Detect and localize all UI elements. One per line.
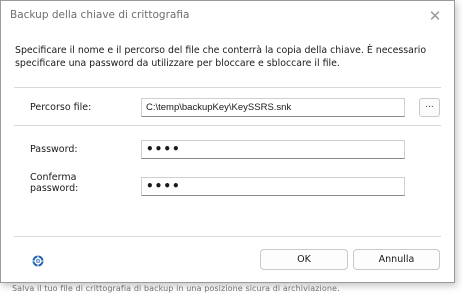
backup-key-dialog: Backup della chiave di crittografia ✕ Sp… — [0, 0, 455, 283]
dialog-description: Specificare il nome e il percorso del fi… — [15, 45, 427, 69]
browse-button[interactable]: ... — [419, 98, 440, 117]
file-path-label: Percorso file: — [30, 102, 92, 113]
password-label: Password: — [30, 144, 78, 155]
close-icon: ✕ — [428, 7, 442, 25]
close-button[interactable]: ✕ — [422, 5, 448, 27]
confirm-password-label-line2: password: — [30, 183, 79, 194]
title-bar: Backup della chiave di crittografia ✕ — [1, 1, 454, 32]
password-input[interactable]: •••• — [141, 140, 405, 159]
separator-bottom — [14, 236, 441, 237]
separator-top — [14, 87, 441, 88]
cancel-button[interactable]: Annulla — [353, 249, 440, 270]
confirm-password-label-line1: Conferma — [30, 172, 77, 183]
background-window-text: Salva il tuo file di crittografia di bac… — [12, 284, 340, 293]
confirm-password-input[interactable]: •••• — [141, 177, 405, 196]
ok-button[interactable]: OK — [260, 249, 348, 270]
dialog-title: Backup della chiave di crittografia — [10, 9, 190, 21]
help-icon[interactable] — [32, 252, 44, 267]
file-path-input[interactable] — [141, 98, 405, 117]
separator-middle — [14, 125, 441, 126]
